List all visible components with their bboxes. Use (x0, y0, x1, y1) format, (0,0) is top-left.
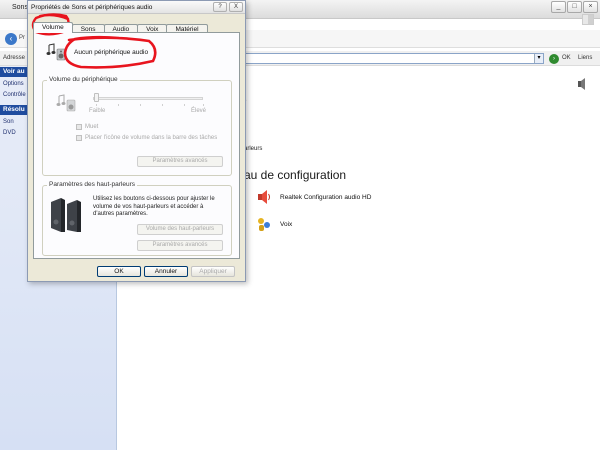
volume-advanced-button[interactable]: Paramètres avancés (137, 156, 223, 167)
cp-item-voix-label: Voix (280, 220, 293, 228)
device-volume-group: Volume du périphérique Faible Élevé Muet… (42, 76, 232, 176)
bg-window-title: Sons (12, 4, 28, 11)
speaker-volume-button[interactable]: Volume des haut-parleurs (137, 224, 223, 235)
volume-tab-panel: Aucun périphérique audio Volume du périp… (33, 32, 240, 259)
address-input[interactable]: ▾ (240, 53, 544, 64)
voice-icon (258, 218, 270, 231)
mute-label: Muet (85, 124, 99, 130)
ok-button[interactable]: OK (97, 266, 141, 277)
sidebar-header-resolve[interactable]: Résolu (0, 105, 30, 115)
go-button[interactable]: OK (562, 55, 571, 61)
sidebar-header-view[interactable]: Voir au (0, 67, 30, 77)
apply-button[interactable]: Appliquer (191, 266, 235, 277)
sidebar-item-dvd[interactable]: DVD (3, 130, 16, 136)
back-arrow-icon[interactable]: ‹ (5, 33, 17, 45)
device-volume-label: Volume du périphérique (47, 76, 120, 83)
cancel-button[interactable]: Annuler (144, 266, 188, 277)
sidebar-item-options[interactable]: Options (3, 81, 24, 87)
dialog-close-button[interactable]: X (229, 2, 243, 12)
help-button[interactable]: ? (213, 2, 227, 12)
cp-item-voix[interactable]: Voix (256, 216, 292, 232)
dialog-title: Propriétés de Sons et périphériques audi… (31, 4, 153, 11)
dialog-title-bar[interactable]: Propriétés de Sons et périphériques audi… (28, 1, 245, 14)
main-fragment-speakers: arleurs (244, 146, 263, 152)
speaker-icon (578, 78, 585, 90)
sidebar-item-controle[interactable]: Contrôle (3, 92, 26, 98)
music-speaker-icon (46, 43, 66, 61)
slider-min-label: Faible (89, 108, 106, 114)
realtek-speaker-icon (258, 190, 270, 204)
speaker-settings-description: Utilisez les boutons ci-dessous pour aju… (93, 196, 215, 217)
volume-speaker-icon (56, 94, 76, 112)
volume-slider-track[interactable] (93, 97, 203, 100)
taskbar-icon-label: Placer l'icône de volume dans la barre d… (85, 135, 218, 141)
speaker-settings-label: Paramètres des haut-parleurs (47, 181, 137, 188)
desktop-speakers-icon (51, 198, 81, 232)
mute-checkbox[interactable] (76, 124, 82, 130)
tab-volume[interactable]: Volume (33, 22, 73, 33)
minimize-button[interactable]: _ (551, 1, 566, 13)
sidebar-item-son[interactable]: Son (3, 119, 14, 125)
taskbar-icon-checkbox[interactable] (76, 135, 82, 141)
address-label: Adresse (3, 55, 26, 61)
cp-item-realtek[interactable]: Realtek Configuration audio HD (256, 189, 371, 205)
volume-slider-thumb[interactable] (94, 93, 99, 102)
close-button[interactable]: × (583, 1, 598, 13)
back-label[interactable]: Pr (19, 35, 25, 41)
speaker-settings-group: Paramètres des haut-parleurs Utilisez le… (42, 181, 232, 256)
windows-logo-icon (582, 14, 594, 25)
cp-item-realtek-label: Realtek Configuration audio HD (280, 193, 372, 201)
device-name: Aucun périphérique audio (74, 49, 149, 56)
speaker-advanced-button[interactable]: Paramètres avancés (137, 240, 223, 251)
chevron-down-icon[interactable]: ▾ (534, 54, 543, 63)
slider-max-label: Élevé (191, 108, 207, 114)
go-arrow-icon[interactable]: › (549, 54, 559, 64)
maximize-button[interactable]: □ (567, 1, 582, 13)
sound-properties-dialog: Propriétés de Sons et périphériques audi… (27, 0, 246, 282)
control-panel-heading: au de configuration (244, 168, 347, 182)
links-label[interactable]: Liens (578, 55, 592, 61)
